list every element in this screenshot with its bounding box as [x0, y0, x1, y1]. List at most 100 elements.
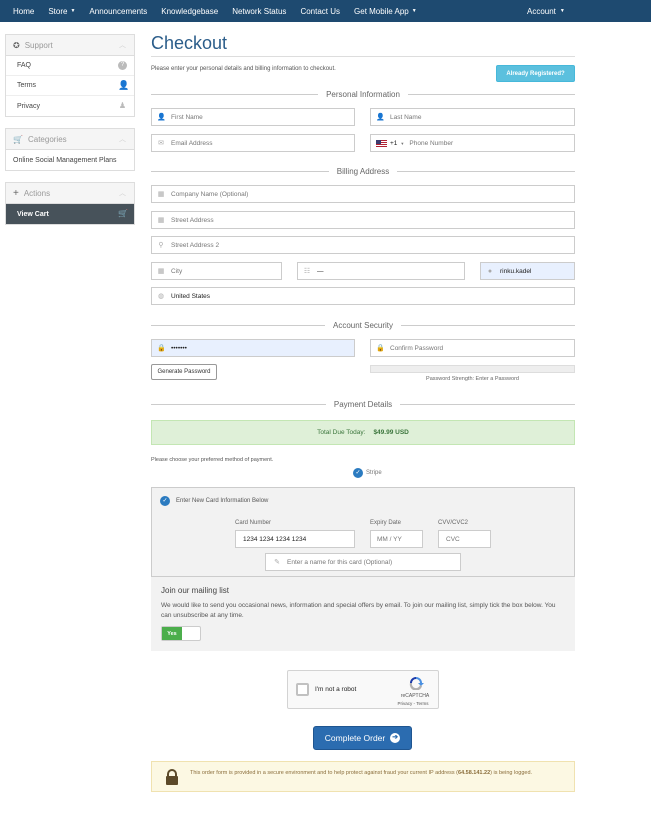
user-icon: 👤 — [157, 114, 166, 121]
intro-text: Please enter your personal details and b… — [151, 66, 336, 72]
checkmark-icon: ✓ — [353, 468, 363, 478]
first-name-placeholder: First Name — [171, 113, 203, 121]
email-placeholder: Email Address — [171, 139, 213, 147]
nav-announcements[interactable]: Announcements — [89, 7, 147, 16]
payment-method-prompt: Please choose your preferred method of p… — [151, 457, 274, 463]
sidebar-item-terms[interactable]: Terms 👤 — [6, 76, 134, 96]
shopping-cart-icon: 🛒 — [13, 134, 23, 144]
recaptcha-checkbox[interactable] — [296, 683, 309, 696]
already-registered-button[interactable]: Already Registered? — [496, 65, 575, 82]
sidebar-actions-panel: + Actions ︿ View Cart 🛒 — [5, 182, 135, 225]
list-icon: ☷ — [303, 268, 311, 275]
mailing-list-toggle[interactable]: Yes — [161, 626, 201, 641]
email-field[interactable]: ✉ Email Address — [151, 134, 355, 152]
arrow-circle-right-icon: ➔ — [390, 733, 401, 743]
state-select[interactable]: ☷ — — [297, 262, 465, 280]
recaptcha-label: I'm not a robot — [315, 686, 357, 693]
toggle-yes-label: Yes — [162, 627, 182, 640]
city-field[interactable]: ▦ City — [151, 262, 282, 280]
sidebar-item-label: View Cart — [17, 210, 49, 218]
first-name-field[interactable]: 👤 First Name — [151, 108, 355, 126]
notice-text-before: This order form is provided in a secure … — [190, 770, 459, 776]
sidebar-item-faq[interactable]: FAQ ? — [6, 56, 134, 76]
nav-store[interactable]: Store ▼ — [48, 7, 75, 16]
actions-panel-title: Actions — [23, 188, 51, 198]
nav-home[interactable]: Home — [13, 7, 34, 16]
section-title: Payment Details — [333, 399, 393, 409]
street-address-2-field[interactable]: ⚲ Street Address 2 — [151, 236, 575, 254]
building-icon: ▦ — [157, 191, 165, 198]
caret-down-icon: ▼ — [411, 8, 417, 14]
street-placeholder: Street Address — [171, 216, 214, 224]
chevron-up-icon[interactable]: ︿ — [119, 40, 126, 50]
password-field[interactable]: 🔒 ••••••• — [151, 339, 355, 357]
country-select[interactable]: ◍ United States — [151, 287, 575, 305]
phone-placeholder: Phone Number — [409, 139, 454, 147]
divider — [151, 56, 575, 57]
security-notice: This order form is provided in a secure … — [151, 761, 575, 792]
postcode-field[interactable]: ● rinku.kadel — [480, 262, 575, 280]
cvv-input[interactable]: CVC — [438, 530, 491, 548]
plus-icon: + — [13, 187, 19, 199]
page-title: Checkout — [151, 33, 228, 53]
street-address-field[interactable]: ▦ Street Address — [151, 211, 575, 229]
card-number-input[interactable]: 1234 1234 1234 1234 — [235, 530, 355, 548]
sidebar-item-label: Terms — [17, 82, 37, 89]
country-code[interactable]: +1 — [390, 140, 397, 147]
phone-field[interactable]: +1 ▼ Phone Number — [370, 134, 575, 152]
section-account-security: Account Security — [151, 320, 575, 330]
recaptcha-links[interactable]: Privacy - Terms — [388, 701, 438, 706]
card-number-value: 1234 1234 1234 1234 — [243, 535, 307, 543]
nav-get-mobile-app[interactable]: Get Mobile App ▼ — [354, 7, 417, 16]
state-value: — — [317, 267, 324, 275]
caret-down-icon: ▼ — [559, 8, 565, 14]
expiry-date-input[interactable]: MM / YY — [370, 530, 423, 548]
envelope-icon: ✉ — [158, 140, 164, 147]
mailing-list-section: Join our mailing list We would like to s… — [151, 577, 575, 651]
categories-panel-title: Categories — [27, 134, 67, 144]
complete-order-button[interactable]: Complete Order ➔ — [313, 726, 412, 750]
chevron-up-icon[interactable]: ︿ — [119, 134, 126, 144]
company-name-field[interactable]: ▦ Company Name (Optional) — [151, 185, 575, 203]
security-notice-text: This order form is provided in a secure … — [190, 769, 565, 778]
generate-password-button[interactable]: Generate Password — [151, 364, 217, 380]
country-value: United States — [171, 292, 211, 300]
nav-knowledgebase[interactable]: Knowledgebase — [161, 7, 218, 16]
confirm-password-field[interactable]: 🔒 Confirm Password — [370, 339, 575, 357]
support-panel-title: Support — [24, 40, 53, 50]
nav-network-status[interactable]: Network Status — [232, 7, 286, 16]
cvv-label: CVV/CVC2 — [438, 520, 469, 526]
notice-text-after: ) is being logged. — [490, 770, 533, 776]
globe-icon: ◍ — [157, 293, 165, 300]
expiry-date-value: MM / YY — [377, 535, 402, 543]
card-number-label: Card Number — [235, 520, 272, 526]
total-due-banner: Total Due Today: $49.99 USD — [151, 420, 575, 445]
support-panel-header[interactable]: ✪ Support ︿ — [6, 35, 134, 56]
ip-address: 64.58.141.22 — [458, 770, 491, 776]
support-icon: ✪ — [13, 40, 20, 50]
categories-panel-header[interactable]: 🛒 Categories ︿ — [6, 129, 134, 150]
actions-panel-header[interactable]: + Actions ︿ — [6, 183, 134, 204]
section-payment-details: Payment Details — [151, 399, 575, 409]
nav-account[interactable]: Account ▼ — [527, 0, 565, 22]
sidebar-item-view-cart[interactable]: View Cart 🛒 — [6, 204, 134, 224]
building-icon: ▦ — [157, 268, 165, 275]
cvv-value: CVC — [446, 535, 460, 543]
chevron-up-icon[interactable]: ︿ — [119, 188, 126, 198]
card-name-input[interactable]: ✎ Enter a name for this card (Optional) — [265, 553, 461, 571]
total-due-value: $49.99 USD — [373, 429, 409, 436]
certificate-icon: ● — [487, 267, 493, 275]
us-flag-icon[interactable] — [376, 139, 387, 147]
sidebar-item-label: Online Social Management Plans — [13, 156, 117, 164]
lock-icon — [166, 769, 178, 785]
payment-method-stripe[interactable]: ✓ Stripe — [353, 468, 382, 478]
new-card-option[interactable]: ✓ Enter New Card Information Below — [160, 496, 268, 506]
user-icon: 👤 — [118, 80, 130, 90]
postcode-value: rinku.kadel — [500, 267, 532, 275]
sidebar-item-online-social-management-plans[interactable]: Online Social Management Plans — [6, 150, 134, 170]
sidebar-item-privacy[interactable]: Privacy ♟ — [6, 96, 134, 116]
nav-contact-us[interactable]: Contact Us — [300, 7, 340, 16]
last-name-field[interactable]: 👤 Last Name — [370, 108, 575, 126]
sidebar-support-panel: ✪ Support ︿ FAQ ? Terms 👤 Privacy ♟ — [5, 34, 135, 117]
recaptcha-widget: I'm not a robot reCAPTCHA Privacy - Term… — [287, 670, 439, 709]
